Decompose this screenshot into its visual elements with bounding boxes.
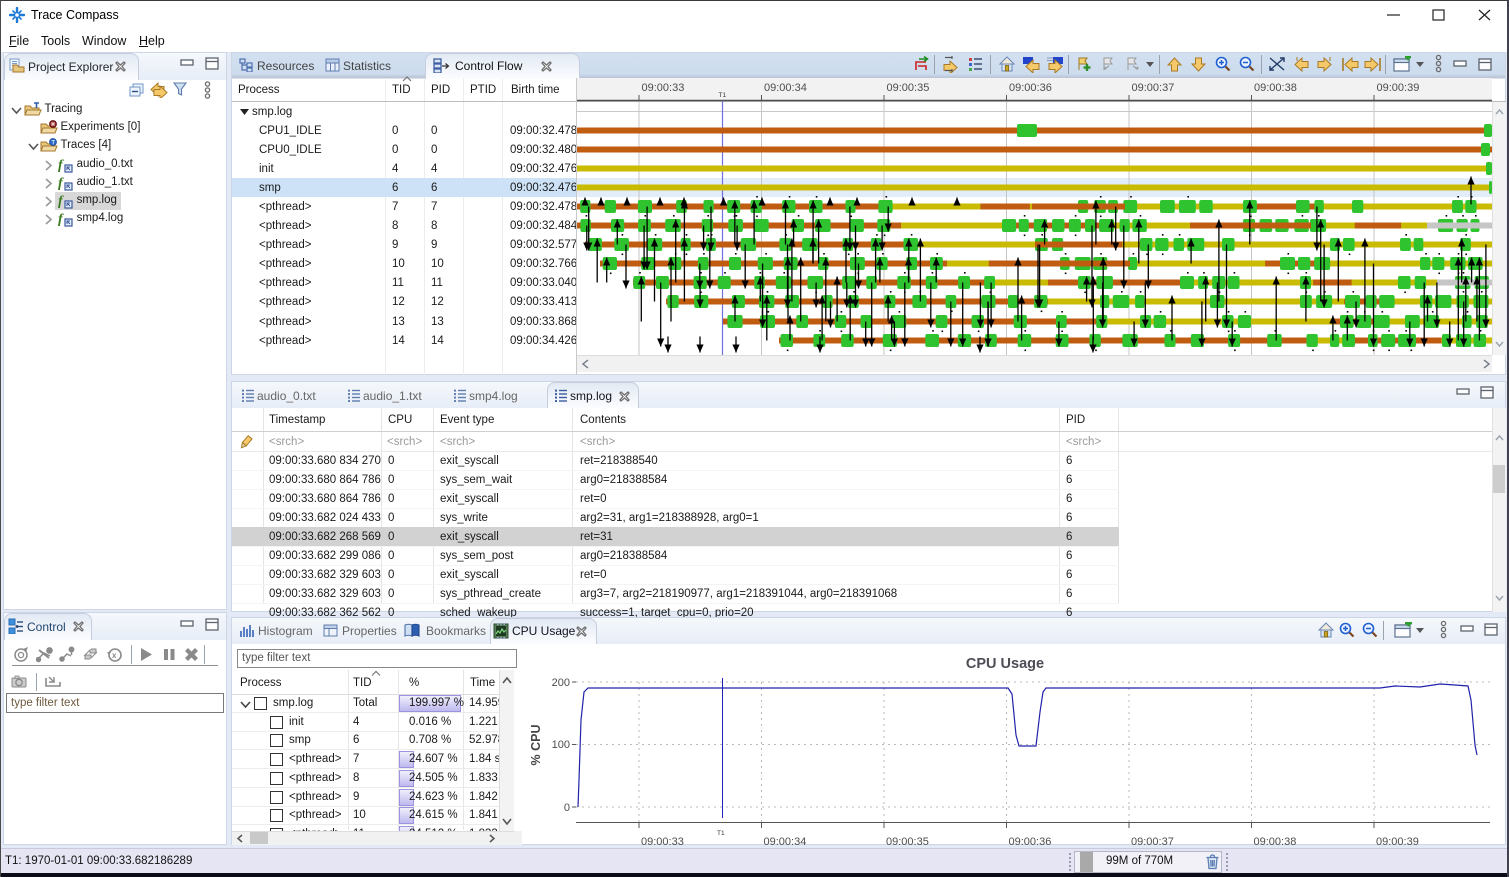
svg-text:09:00:34: 09:00:34 <box>764 82 807 94</box>
svg-text:f: f <box>58 194 64 209</box>
svg-text:f: f <box>58 176 64 191</box>
svg-text:f: f <box>58 158 64 173</box>
svg-text:09:00:37: 09:00:37 <box>1132 82 1175 94</box>
svg-text:09:00:33: 09:00:33 <box>642 82 685 94</box>
svg-text:09:00:35: 09:00:35 <box>887 82 930 94</box>
svg-text:09:00:36: 09:00:36 <box>1009 82 1052 94</box>
svg-text:T1: T1 <box>719 92 727 99</box>
svg-text:T: T <box>51 140 55 147</box>
svg-text:09:00:38: 09:00:38 <box>1254 82 1297 94</box>
svg-text:x: x <box>112 651 117 660</box>
svg-text:09:00:39: 09:00:39 <box>1377 82 1420 94</box>
svg-text:f: f <box>58 212 64 227</box>
